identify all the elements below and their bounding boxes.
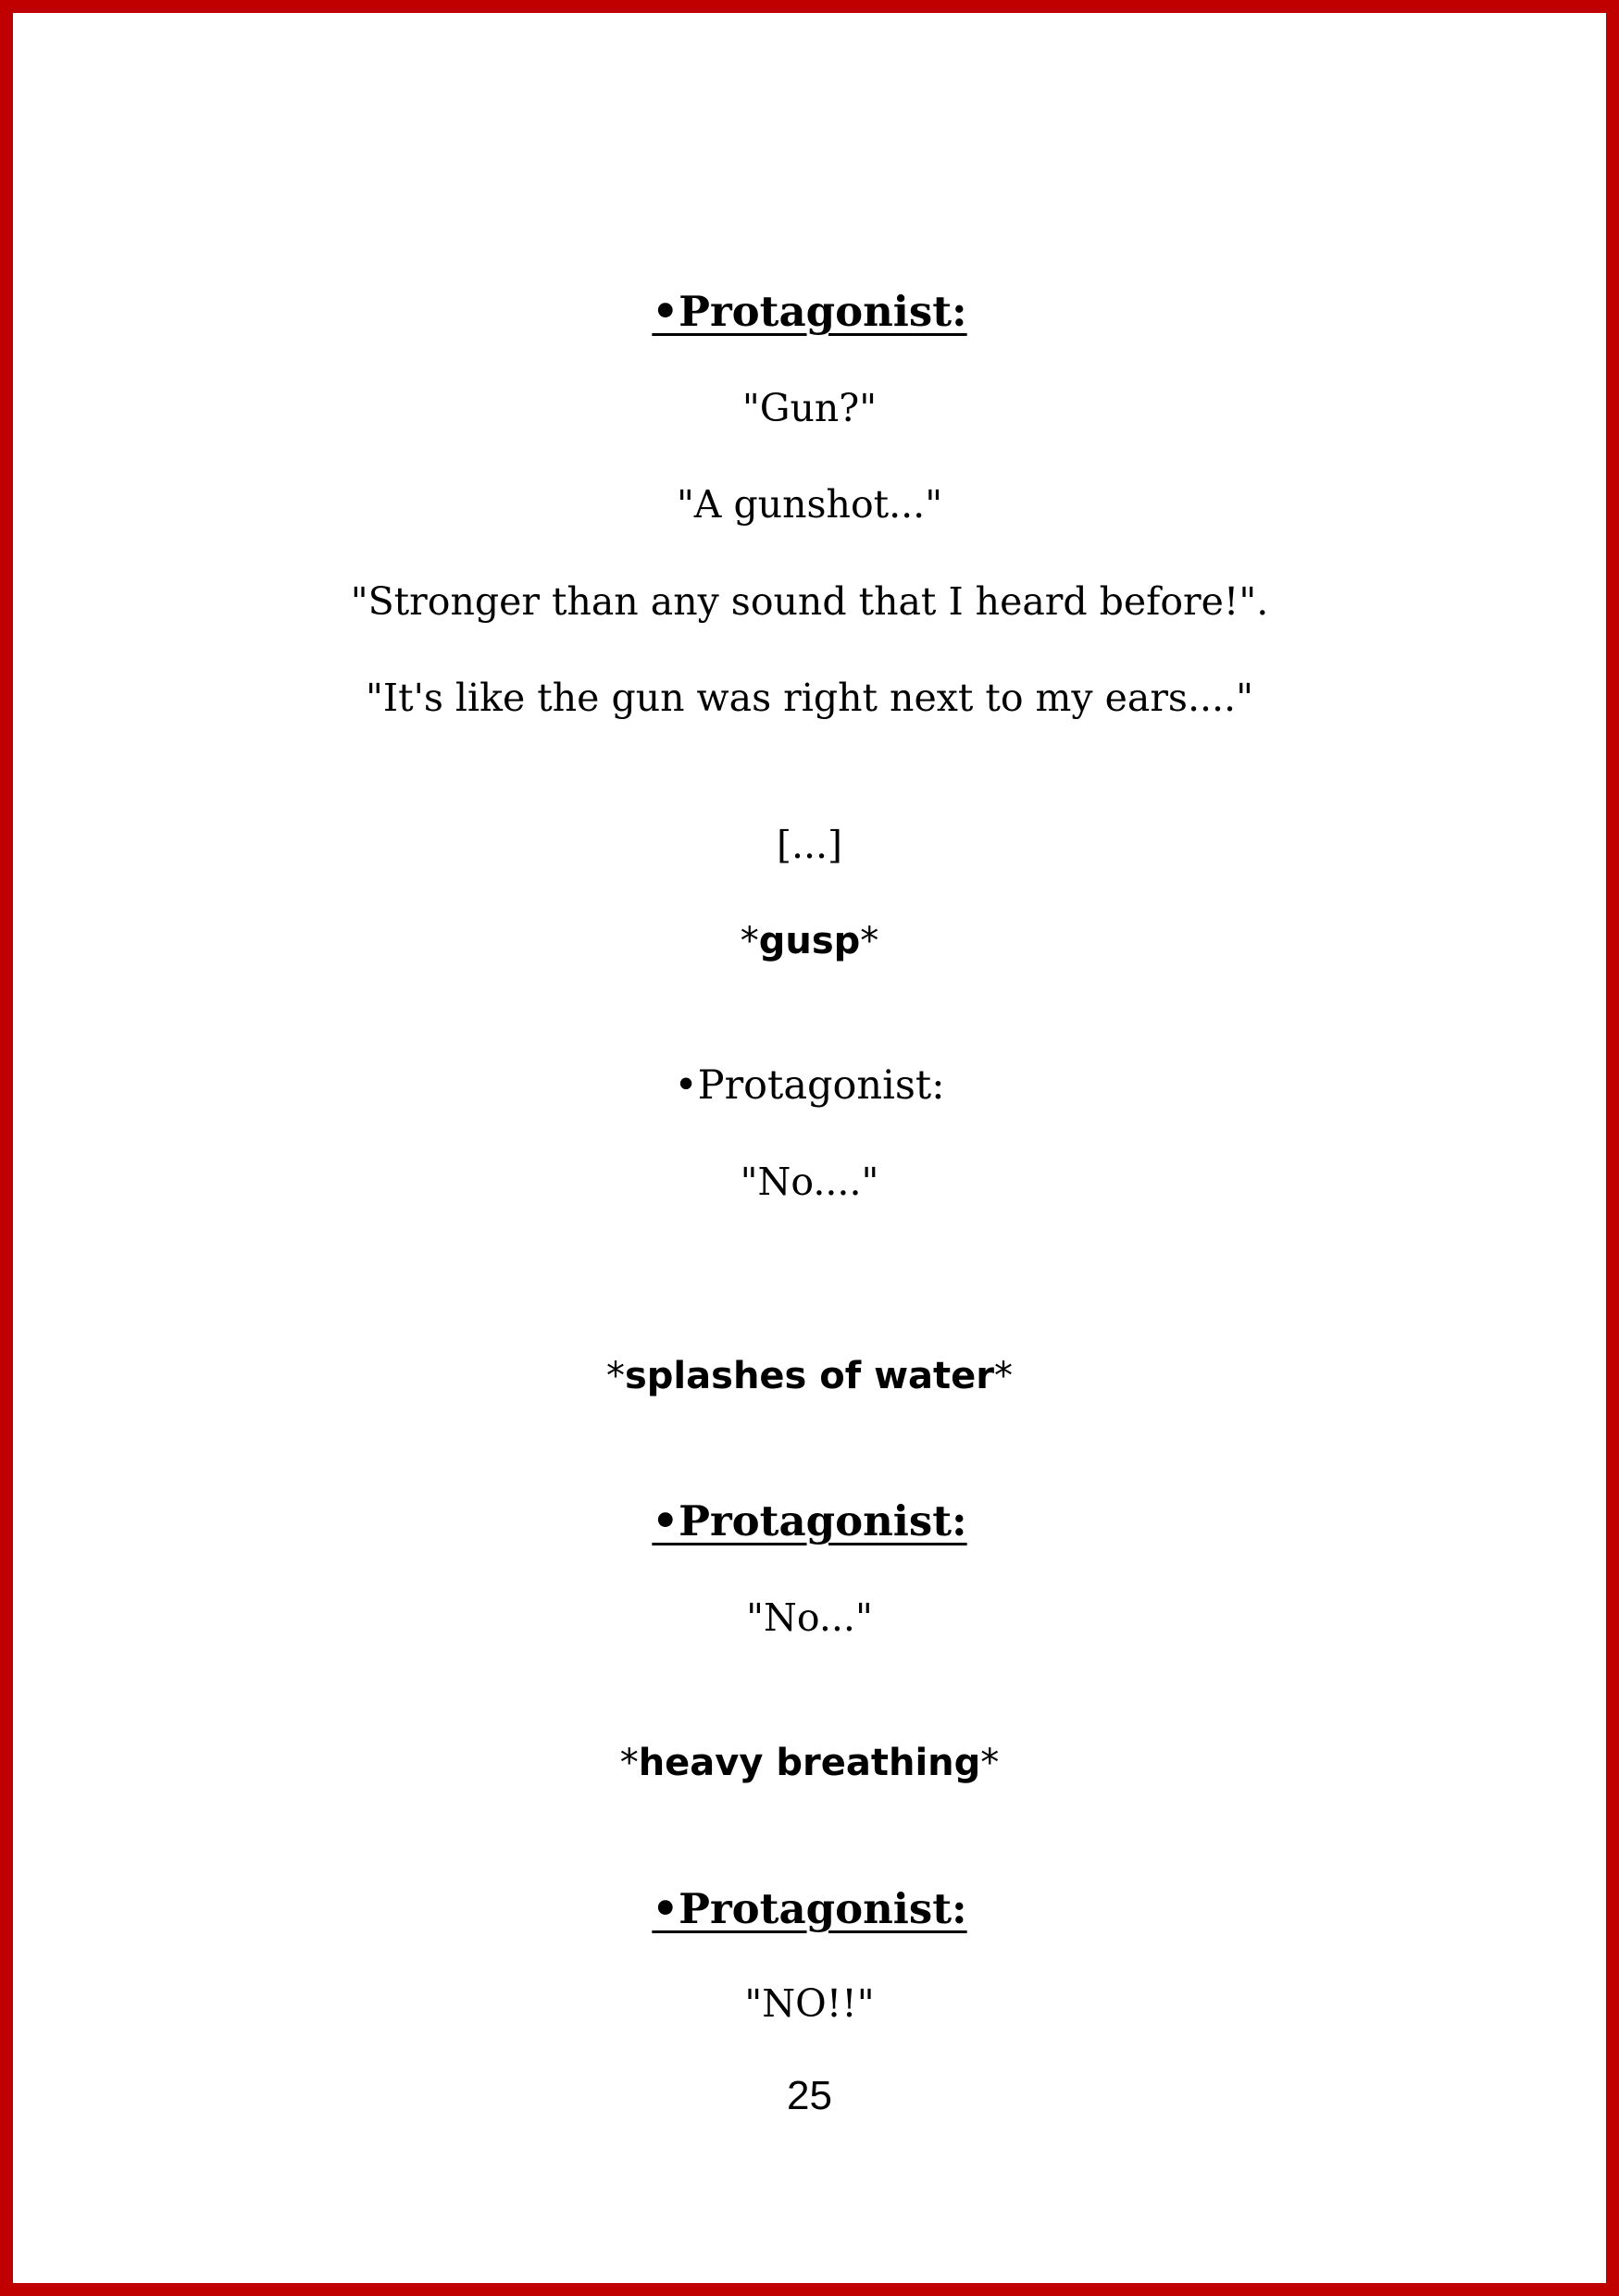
dialogue-line: "A gunshot...": [676, 482, 943, 527]
sfx-close-asterisk: *: [980, 1742, 1000, 1784]
sfx-word: heavy breathing: [638, 1742, 981, 1784]
dialogue-line: "Stronger than any sound that I heard be…: [350, 579, 1269, 624]
dialogue-line: "No....": [740, 1160, 879, 1204]
ellipsis-line: [...]: [776, 823, 843, 867]
sfx-open-asterisk: *: [605, 1355, 625, 1397]
sfx-word: splashes of water: [624, 1355, 995, 1397]
dialogue-line: "No...": [746, 1595, 873, 1640]
dialogue-line: "Gun?": [741, 386, 878, 430]
sfx-close-asterisk: *: [994, 1355, 1014, 1397]
sound-effect: *heavy breathing*: [13, 1742, 1606, 1784]
page-number: 25: [787, 2073, 832, 2118]
sfx-open-asterisk: *: [619, 1742, 639, 1784]
dialogue-line: "NO!!": [744, 1981, 875, 2026]
speaker-label: •Protagonist:: [652, 1884, 967, 1933]
sfx-close-asterisk: *: [860, 920, 879, 962]
sfx-open-asterisk: *: [740, 920, 759, 962]
sfx-word: gusp: [758, 920, 861, 962]
speaker-label: •Protagonist:: [652, 287, 967, 336]
speaker-label: •Protagonist:: [652, 1496, 967, 1545]
sound-effect: *gusp*: [13, 920, 1606, 962]
script-page: •Protagonist: "Gun?" "A gunshot..." "Str…: [0, 0, 1619, 2296]
dialogue-line: "It's like the gun was right next to my …: [366, 676, 1253, 720]
sound-effect: *splashes of water*: [13, 1355, 1606, 1397]
speaker-label-plain: •Protagonist:: [674, 1062, 945, 1109]
